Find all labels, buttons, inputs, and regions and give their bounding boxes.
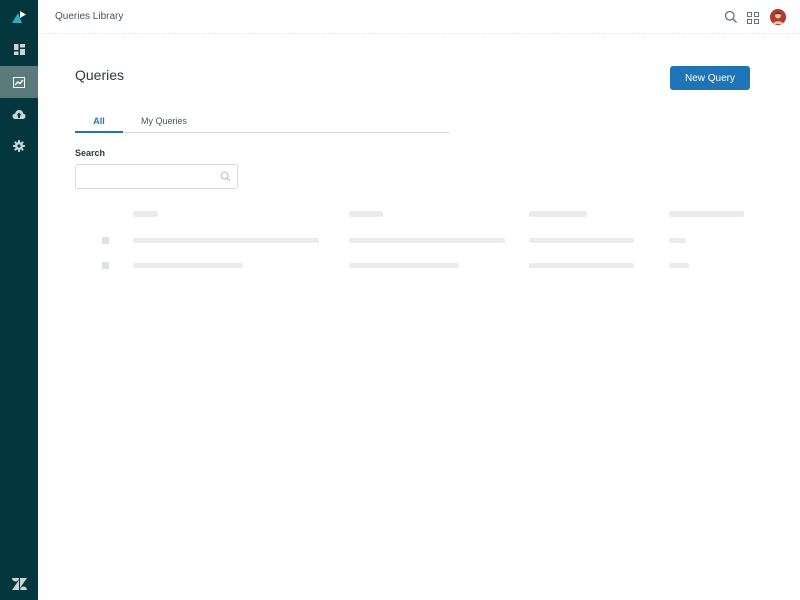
skeleton-cell (669, 263, 689, 268)
skeleton-cell (669, 238, 686, 243)
search-icon (220, 171, 231, 182)
skeleton-cell (529, 238, 634, 243)
skeleton-row-checkbox (102, 237, 109, 244)
skeleton-header-col4 (669, 211, 744, 217)
cloud-upload-icon (12, 109, 26, 119)
line-chart-icon (13, 76, 25, 88)
tab-my-queries[interactable]: My Queries (135, 112, 193, 133)
product-tray-icon (747, 12, 759, 24)
skeleton-cell (349, 238, 505, 243)
dashboard-icon (13, 43, 25, 55)
search-icon (724, 10, 737, 23)
top-header: Queries Library (38, 0, 800, 34)
user-avatar[interactable] (770, 9, 786, 25)
skeleton-cell (349, 263, 459, 268)
search-label: Search (75, 148, 106, 158)
skeleton-cell (133, 238, 319, 243)
skeleton-cell (133, 263, 243, 268)
sidebar-item-upload[interactable] (0, 98, 38, 130)
sidebar-item-queries[interactable] (0, 66, 38, 98)
new-query-button[interactable]: New Query (670, 66, 750, 90)
query-tabs: All My Queries (75, 112, 450, 133)
skeleton-header-name (133, 211, 158, 217)
skeleton-cell (529, 263, 634, 268)
skeleton-header-col2 (349, 211, 383, 217)
tab-all[interactable]: All (75, 112, 123, 133)
search-field (75, 164, 238, 189)
sidebar-item-dashboard[interactable] (0, 33, 38, 65)
header-title: Queries Library (55, 11, 124, 22)
explore-logo-icon[interactable] (0, 0, 38, 34)
skeleton-row-checkbox (102, 262, 109, 269)
search-input[interactable] (82, 169, 212, 184)
gear-icon (13, 140, 25, 152)
skeleton-header-col3 (529, 211, 587, 217)
zendesk-logo-icon[interactable] (0, 570, 38, 598)
page-title: Queries (75, 67, 125, 83)
header-apps-button[interactable] (747, 11, 759, 24)
header-search-button[interactable] (724, 10, 738, 24)
sidebar (0, 0, 38, 600)
sidebar-item-settings[interactable] (0, 130, 38, 162)
